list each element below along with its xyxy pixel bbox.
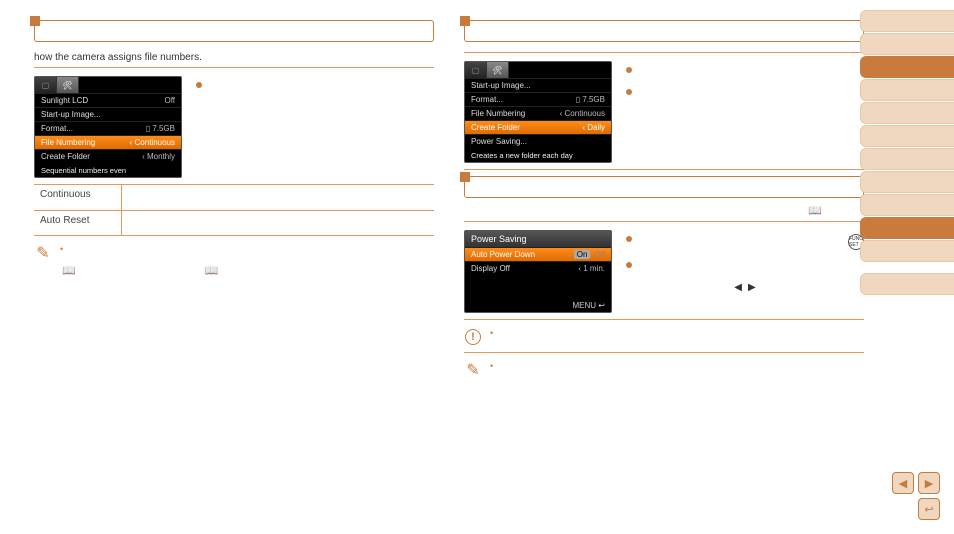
- bullet-dot-icon: [626, 236, 632, 242]
- warning-block: ! •: [464, 328, 864, 346]
- lcd-power-saving: Power Saving Auto Power DownOnOffDisplay…: [464, 230, 612, 313]
- note-block: ✎ •: [464, 361, 864, 379]
- option-row: Continuous: [34, 184, 434, 210]
- option-name: Auto Reset: [34, 211, 122, 235]
- lcd-menu-row: Create Folder‹ Daily: [465, 120, 611, 134]
- lcd-power-saving-title: Power Saving: [465, 231, 611, 247]
- lcd-menu-row: Display Off‹ 1 min.: [465, 261, 611, 275]
- sidebar-tab[interactable]: [860, 171, 954, 193]
- lcd-menu-row: Start-up Image...: [465, 78, 611, 92]
- sidebar-tab[interactable]: [860, 125, 954, 147]
- lcd-create-folder: ▢ 🛠 Start-up Image...Format...▯ 7.5GBFil…: [464, 61, 612, 163]
- chapter-sidebar: [860, 10, 954, 295]
- sidebar-tab[interactable]: [860, 194, 954, 216]
- bullet-dot-icon: [626, 67, 632, 73]
- bullet-dot-icon: [626, 89, 632, 95]
- book-ref-icon: 📖: [205, 265, 219, 277]
- lcd-file-numbering: ▢ 🛠 Sunlight LCDOffStart-up Image...Form…: [34, 76, 182, 178]
- lcd-tab-camera-icon: ▢: [35, 77, 57, 93]
- lcd-menu-row: Power Saving...: [465, 134, 611, 148]
- lcd-menu-back-label: MENU ↩: [465, 299, 611, 312]
- left-arrow-icon: ◀: [734, 282, 742, 293]
- return-button[interactable]: ↩: [918, 498, 940, 520]
- prev-page-button[interactable]: ◀: [892, 472, 914, 494]
- book-ref-icon: 📖: [62, 265, 76, 277]
- note-dot-icon: •: [490, 361, 493, 371]
- sidebar-tab[interactable]: [860, 148, 954, 170]
- note-dot-icon: •: [60, 244, 63, 254]
- right-column: ▢ 🛠 Start-up Image...Format...▯ 7.5GBFil…: [464, 20, 864, 379]
- bullet-dot-icon: [196, 82, 202, 88]
- instruction-bullets: [196, 76, 434, 178]
- lcd-tab-tools-icon: 🛠: [57, 77, 79, 93]
- sidebar-tab[interactable]: [860, 79, 954, 101]
- sidebar-tab[interactable]: [860, 217, 954, 239]
- book-ref-icon: 📖: [808, 205, 822, 217]
- right-section-header-1: [464, 20, 864, 42]
- sidebar-tab[interactable]: [860, 273, 954, 295]
- sidebar-tab[interactable]: [860, 240, 954, 262]
- left-section-header: [34, 20, 434, 42]
- next-page-button[interactable]: ▶: [918, 472, 940, 494]
- lcd-menu-row: Create Folder‹ Monthly: [35, 149, 181, 163]
- divider: [34, 67, 434, 68]
- option-row: Auto Reset: [34, 210, 434, 236]
- lcd-menu-row: Auto Power DownOnOff: [465, 247, 611, 261]
- pencil-icon: ✎: [466, 360, 479, 380]
- lcd-menu-row: Start-up Image...: [35, 107, 181, 121]
- sidebar-tab[interactable]: [860, 56, 954, 78]
- bullet-dot-icon: [626, 262, 632, 268]
- lcd-menu-row: Format...▯ 7.5GB: [465, 92, 611, 106]
- file-numbering-intro: how the camera assigns file numbers.: [34, 52, 434, 63]
- page-nav-buttons: ◀ ▶ ↩: [892, 472, 940, 520]
- option-description: [122, 211, 434, 235]
- sidebar-tab[interactable]: [860, 33, 954, 55]
- lcd-menu-row: File Numbering‹ Continuous: [35, 135, 181, 149]
- right-arrow-icon: ▶: [748, 282, 756, 293]
- lcd-hint: Creates a new folder each day: [465, 148, 611, 162]
- option-description: [122, 185, 434, 210]
- lcd-hint: Sequential numbers even: [35, 163, 181, 177]
- left-column: how the camera assigns file numbers. ▢ 🛠…: [34, 20, 434, 379]
- file-numbering-options-table: ContinuousAuto Reset: [34, 184, 434, 236]
- sidebar-tab[interactable]: [860, 102, 954, 124]
- note-block: ✎ • 📖 📖: [34, 244, 434, 277]
- lcd-tab-tools-icon: 🛠: [487, 62, 509, 78]
- right-section-header-2: [464, 176, 864, 198]
- sidebar-tab[interactable]: [860, 10, 954, 32]
- option-name: Continuous: [34, 185, 122, 210]
- lcd-menu-row: File Numbering‹ Continuous: [465, 106, 611, 120]
- lcd-menu-row: Format...▯ 7.5GB: [35, 121, 181, 135]
- note-dot-icon: •: [490, 328, 493, 338]
- lcd-menu-row: Sunlight LCDOff: [35, 93, 181, 107]
- lcd-tab-camera-icon: ▢: [465, 62, 487, 78]
- warning-icon: !: [465, 329, 481, 345]
- lcd-tabs: ▢ 🛠: [35, 77, 181, 93]
- pencil-icon: ✎: [36, 243, 49, 263]
